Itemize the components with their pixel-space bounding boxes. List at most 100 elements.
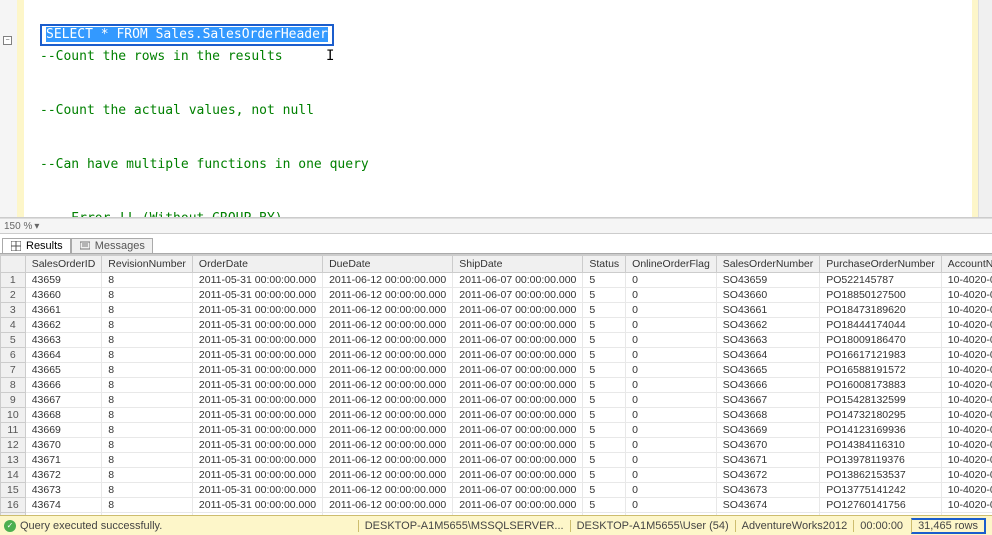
grid-cell[interactable]: 5: [583, 468, 626, 483]
grid-cell[interactable]: 10-4020-000578: [941, 423, 992, 438]
grid-cell[interactable]: 10-4020-000618: [941, 483, 992, 498]
row-number[interactable]: 5: [1, 333, 26, 348]
grid-cell[interactable]: SO43666: [716, 378, 819, 393]
grid-cell[interactable]: 0: [626, 348, 717, 363]
row-number[interactable]: 7: [1, 363, 26, 378]
grid-cell[interactable]: 43666: [25, 378, 102, 393]
grid-cell[interactable]: 5: [583, 453, 626, 468]
grid-cell[interactable]: 10-4020-000676: [941, 273, 992, 288]
grid-cell[interactable]: 43671: [25, 453, 102, 468]
table-row[interactable]: 114366982011-05-31 00:00:00.0002011-06-1…: [1, 423, 992, 438]
grid-cell[interactable]: 5: [583, 333, 626, 348]
grid-cell[interactable]: 2011-05-31 00:00:00.000: [192, 453, 322, 468]
grid-cell[interactable]: 5: [583, 318, 626, 333]
grid-cell[interactable]: 8: [102, 468, 193, 483]
grid-cell[interactable]: 8: [102, 483, 193, 498]
grid-cell[interactable]: 2011-05-31 00:00:00.000: [192, 408, 322, 423]
grid-cell[interactable]: 2011-06-12 00:00:00.000: [323, 318, 453, 333]
grid-cell[interactable]: 0: [626, 288, 717, 303]
grid-cell[interactable]: 0: [626, 303, 717, 318]
grid-cell[interactable]: PO522145787: [820, 273, 942, 288]
grid-cell[interactable]: 2011-06-12 00:00:00.000: [323, 468, 453, 483]
row-number[interactable]: 6: [1, 348, 26, 363]
grid-cell[interactable]: 2011-06-07 00:00:00.000: [453, 468, 583, 483]
table-row[interactable]: 24366082011-05-31 00:00:00.0002011-06-12…: [1, 288, 992, 303]
grid-cell[interactable]: 2011-06-07 00:00:00.000: [453, 498, 583, 513]
sql-editor-pane[interactable]: − SELECT * FROM Sales.SalesOrderHeader -…: [0, 0, 992, 218]
grid-cell[interactable]: SO43671: [716, 453, 819, 468]
grid-cell[interactable]: 2011-05-31 00:00:00.000: [192, 393, 322, 408]
grid-cell[interactable]: SO43663: [716, 333, 819, 348]
grid-cell[interactable]: SO43674: [716, 498, 819, 513]
grid-cell[interactable]: 8: [102, 318, 193, 333]
grid-cell[interactable]: PO13775141242: [820, 483, 942, 498]
grid-cell[interactable]: SO43670: [716, 438, 819, 453]
grid-cell[interactable]: 0: [626, 318, 717, 333]
grid-cell[interactable]: 10-4020-000146: [941, 363, 992, 378]
grid-cell[interactable]: 0: [626, 438, 717, 453]
grid-cell[interactable]: 43672: [25, 468, 102, 483]
grid-cell[interactable]: 8: [102, 363, 193, 378]
tab-messages[interactable]: Messages: [71, 238, 153, 253]
grid-cell[interactable]: 43668: [25, 408, 102, 423]
grid-cell[interactable]: 2011-06-07 00:00:00.000: [453, 483, 583, 498]
editor-vertical-scrollbar[interactable]: [978, 0, 992, 217]
row-number[interactable]: 4: [1, 318, 26, 333]
grid-cell[interactable]: 2011-06-07 00:00:00.000: [453, 333, 583, 348]
table-row[interactable]: 154367382011-05-31 00:00:00.0002011-06-1…: [1, 483, 992, 498]
grid-cell[interactable]: 2011-06-07 00:00:00.000: [453, 423, 583, 438]
grid-cell[interactable]: 2011-06-07 00:00:00.000: [453, 288, 583, 303]
grid-cell[interactable]: 8: [102, 438, 193, 453]
row-number[interactable]: 13: [1, 453, 26, 468]
grid-cell[interactable]: 43665: [25, 363, 102, 378]
grid-cell[interactable]: 0: [626, 363, 717, 378]
grid-cell[interactable]: 2011-05-31 00:00:00.000: [192, 378, 322, 393]
row-number[interactable]: 8: [1, 378, 26, 393]
grid-cell[interactable]: 2011-06-12 00:00:00.000: [323, 288, 453, 303]
grid-cell[interactable]: 2011-06-12 00:00:00.000: [323, 303, 453, 318]
grid-cell[interactable]: 2011-05-31 00:00:00.000: [192, 438, 322, 453]
grid-cell[interactable]: 0: [626, 408, 717, 423]
row-number[interactable]: 12: [1, 438, 26, 453]
grid-cell[interactable]: 2011-06-12 00:00:00.000: [323, 333, 453, 348]
grid-cell[interactable]: 5: [583, 348, 626, 363]
grid-cell[interactable]: 0: [626, 498, 717, 513]
grid-cell[interactable]: 5: [583, 393, 626, 408]
grid-cell[interactable]: 2011-06-12 00:00:00.000: [323, 273, 453, 288]
grid-cell[interactable]: 2011-06-12 00:00:00.000: [323, 408, 453, 423]
row-number[interactable]: 9: [1, 393, 26, 408]
grid-cell[interactable]: 0: [626, 483, 717, 498]
row-number[interactable]: 14: [1, 468, 26, 483]
table-row[interactable]: 104366882011-05-31 00:00:00.0002011-06-1…: [1, 408, 992, 423]
grid-cell[interactable]: 5: [583, 273, 626, 288]
grid-cell[interactable]: 2011-06-07 00:00:00.000: [453, 408, 583, 423]
grid-cell[interactable]: 2011-06-07 00:00:00.000: [453, 318, 583, 333]
table-row[interactable]: 44366282011-05-31 00:00:00.0002011-06-12…: [1, 318, 992, 333]
grid-cell[interactable]: 43674: [25, 498, 102, 513]
grid-cell[interactable]: 43659: [25, 273, 102, 288]
grid-cell[interactable]: 10-4020-000119: [941, 468, 992, 483]
grid-cell[interactable]: SO43664: [716, 348, 819, 363]
results-grid-container[interactable]: SalesOrderIDRevisionNumberOrderDateDueDa…: [0, 254, 992, 515]
grid-cell[interactable]: 8: [102, 288, 193, 303]
grid-cell[interactable]: 8: [102, 273, 193, 288]
grid-cell[interactable]: PO14123169936: [820, 423, 942, 438]
grid-cell[interactable]: 0: [626, 468, 717, 483]
grid-cell[interactable]: 10-4020-000504: [941, 438, 992, 453]
grid-cell[interactable]: 8: [102, 333, 193, 348]
grid-cell[interactable]: 2011-05-31 00:00:00.000: [192, 303, 322, 318]
grid-cell[interactable]: PO15428132599: [820, 393, 942, 408]
grid-cell[interactable]: 2011-06-12 00:00:00.000: [323, 483, 453, 498]
grid-cell[interactable]: SO43667: [716, 393, 819, 408]
grid-cell[interactable]: 5: [583, 498, 626, 513]
column-header[interactable]: Status: [583, 256, 626, 273]
grid-cell[interactable]: 43660: [25, 288, 102, 303]
grid-cell[interactable]: 5: [583, 408, 626, 423]
grid-cell[interactable]: 2011-06-07 00:00:00.000: [453, 438, 583, 453]
column-header[interactable]: RevisionNumber: [102, 256, 193, 273]
grid-cell[interactable]: 10-4020-000083: [941, 498, 992, 513]
grid-cell[interactable]: 2011-05-31 00:00:00.000: [192, 273, 322, 288]
grid-cell[interactable]: SO43659: [716, 273, 819, 288]
grid-cell[interactable]: 43661: [25, 303, 102, 318]
collapse-toggle-icon[interactable]: −: [3, 36, 12, 45]
